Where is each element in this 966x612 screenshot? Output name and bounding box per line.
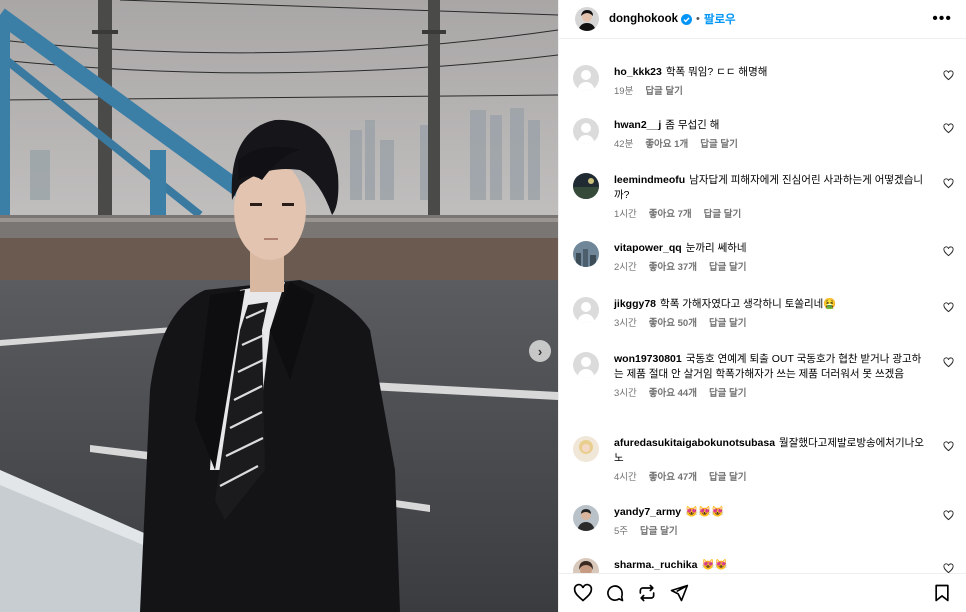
comment-text: 😻😻 [701, 559, 728, 571]
comment-text: 눈까리 쎄하네 [685, 242, 747, 254]
like-heart-icon[interactable] [573, 583, 593, 603]
comment-username[interactable]: hwan2__j [614, 119, 661, 131]
comment-item: leemindmeofu 남자답게 피해자에게 진심어린 사과하는게 어떻겠습니까… [573, 173, 954, 222]
post-header: donghokook • 팔로우 ••• [559, 0, 966, 39]
comment-username[interactable]: ho_kkk23 [614, 66, 662, 78]
comment-likes[interactable]: 좋아요 50개 [649, 318, 697, 329]
post-actions-bar [559, 573, 966, 612]
comment-time[interactable]: 3시간 [614, 318, 637, 329]
comment-username[interactable]: leemindmeofu [614, 174, 685, 186]
author-avatar[interactable] [575, 7, 599, 31]
comment-avatar[interactable] [573, 173, 599, 199]
comment-likes[interactable]: 좋아요 1개 [645, 139, 688, 150]
carousel-next-button[interactable]: › [529, 340, 551, 362]
comment-item: ho_kkk23 학폭 뭐임? ㄷㄷ 해명해 19분 답글 달기 [573, 65, 954, 99]
comment-text: 좀 무섭긴 해 [665, 119, 720, 131]
like-comment-heart-icon[interactable] [943, 510, 954, 521]
more-options-button[interactable]: ••• [932, 10, 952, 28]
post-photo[interactable]: › [0, 0, 558, 612]
verified-badge-icon [681, 13, 692, 25]
reply-button[interactable]: 답글 달기 [709, 472, 747, 483]
landscape-avatar-image [573, 173, 599, 199]
comment-text: 학폭 뭐임? ㄷㄷ 해명해 [665, 66, 768, 78]
comment-item: jikggy78 학폭 가해자였다고 생각하니 토쏠리네🤮 3시간 좋아요 50개 답… [573, 297, 954, 331]
comment-time[interactable]: 19분 [614, 86, 633, 97]
reply-button[interactable]: 답글 달기 [645, 86, 683, 97]
like-comment-heart-icon[interactable] [943, 70, 954, 81]
city-avatar-image [573, 241, 599, 267]
like-comment-heart-icon[interactable] [943, 123, 954, 134]
post-side-panel: donghokook • 팔로우 ••• ho_kkk23 학폭 뭐임? ㄷㄷ 해… [558, 0, 966, 612]
comment-likes[interactable]: 좋아요 37개 [649, 262, 697, 273]
repost-icon[interactable] [637, 583, 657, 603]
comment-likes[interactable]: 좋아요 7개 [649, 209, 692, 220]
comment-avatar[interactable] [573, 558, 599, 574]
comment-username[interactable]: yandy7_army [614, 506, 681, 518]
comment-bubble-icon[interactable] [605, 583, 625, 603]
comment-avatar[interactable] [573, 505, 599, 531]
comment-avatar[interactable] [573, 436, 599, 462]
comment-item: afuredasukitaigabokunotsubasa 뭘잘했다고제발로방송에… [573, 436, 954, 485]
comment-item: won19730801 국동호 연예계 퇴출 OUT 국동호가 협찬 받거나 광고… [573, 352, 954, 401]
comment-time[interactable]: 5주 [614, 526, 628, 537]
comment-avatar[interactable] [573, 241, 599, 267]
comment-item: yandy7_army 😻😻😻 5주 답글 달기 [573, 505, 954, 539]
comment-time[interactable]: 4시간 [614, 472, 637, 483]
comment-time[interactable]: 2시간 [614, 262, 637, 273]
reply-button[interactable]: 답글 달기 [709, 262, 747, 273]
comment-avatar[interactable] [573, 118, 599, 144]
share-send-icon[interactable] [669, 583, 689, 603]
like-comment-heart-icon[interactable] [943, 441, 954, 452]
like-comment-heart-icon[interactable] [943, 178, 954, 189]
reply-button[interactable]: 답글 달기 [700, 139, 738, 150]
comment-avatar[interactable] [573, 65, 599, 91]
comment-text: 😻😻😻 [685, 506, 725, 518]
person-avatar-image [573, 505, 599, 531]
blonde-avatar-image [573, 436, 599, 462]
like-comment-heart-icon[interactable] [943, 357, 954, 368]
comment-username[interactable]: afuredasukitaigabokunotsubasa [614, 437, 775, 449]
comments-list[interactable]: ho_kkk23 학폭 뭐임? ㄷㄷ 해명해 19분 답글 달기 hwan2__j 좀… [559, 39, 966, 574]
reply-button[interactable]: 답글 달기 [640, 526, 678, 537]
comment-text: 학폭 가해자였다고 생각하니 토쏠리네🤮 [660, 298, 837, 310]
comment-username[interactable]: won19730801 [614, 353, 682, 365]
default-avatar-icon [573, 65, 599, 91]
comment-item: sharma._ruchika 😻😻 [573, 558, 954, 574]
default-avatar-icon [573, 352, 599, 378]
default-avatar-icon [573, 297, 599, 323]
comment-username[interactable]: jikggy78 [614, 298, 656, 310]
comment-avatar[interactable] [573, 352, 599, 378]
default-avatar-icon [573, 118, 599, 144]
reply-button[interactable]: 답글 달기 [709, 388, 747, 399]
comment-likes[interactable]: 좋아요 44개 [649, 388, 697, 399]
reply-button[interactable]: 답글 달기 [709, 318, 747, 329]
comment-item: hwan2__j 좀 무섭긴 해 42분 좋아요 1개 답글 달기 [573, 118, 954, 152]
comment-username[interactable]: sharma._ruchika [614, 559, 697, 571]
reply-button[interactable]: 답글 달기 [704, 209, 742, 220]
header-separator: • [696, 13, 700, 25]
bookmark-icon[interactable] [932, 583, 952, 603]
follow-button[interactable]: 팔로우 [704, 11, 736, 27]
comment-time[interactable]: 1시간 [614, 209, 637, 220]
like-comment-heart-icon[interactable] [943, 246, 954, 257]
comment-avatar[interactable] [573, 297, 599, 323]
comment-likes[interactable]: 좋아요 47개 [649, 472, 697, 483]
author-username[interactable]: donghokook [609, 13, 678, 25]
like-comment-heart-icon[interactable] [943, 302, 954, 313]
comment-username[interactable]: vitapower_qq [614, 242, 682, 254]
comment-time[interactable]: 3시간 [614, 388, 637, 399]
author-avatar-image [575, 7, 599, 31]
comment-item: vitapower_qq 눈까리 쎄하네 2시간 좋아요 37개 답글 달기 [573, 241, 954, 275]
photo-illustration [0, 0, 558, 612]
comment-time[interactable]: 42분 [614, 139, 633, 150]
woman-avatar-image [573, 558, 599, 574]
